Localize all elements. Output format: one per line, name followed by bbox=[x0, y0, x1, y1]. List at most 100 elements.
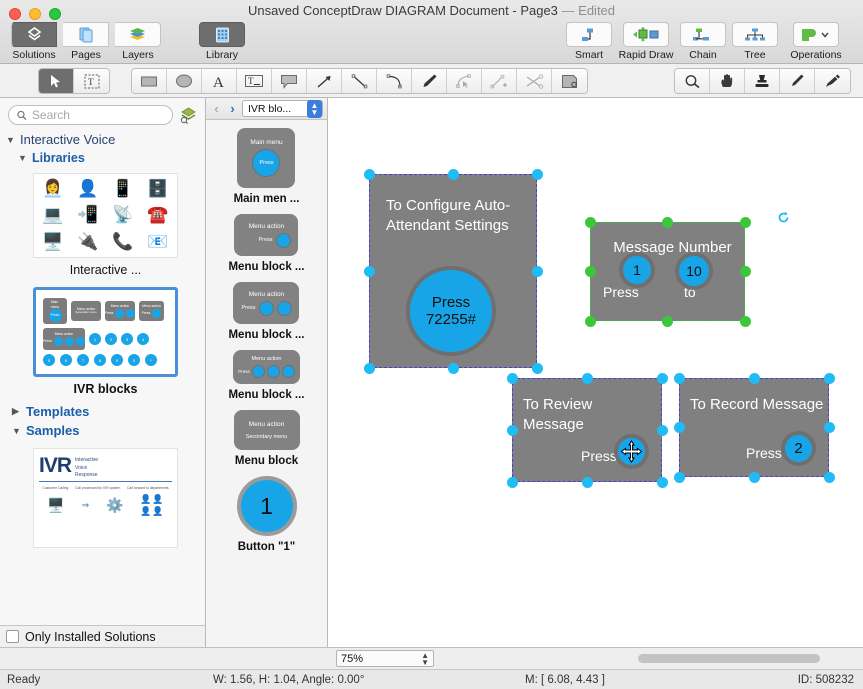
resize-handle-ne[interactable] bbox=[657, 373, 668, 384]
toolbar-rapid-draw-button[interactable]: Rapid Draw bbox=[615, 22, 677, 61]
resize-handle-s[interactable] bbox=[582, 477, 593, 488]
search-box[interactable] bbox=[8, 105, 173, 125]
resize-handle-ne[interactable] bbox=[740, 217, 751, 228]
toolbar-library-button[interactable]: Library bbox=[196, 22, 248, 61]
library-thumb-interactive[interactable]: 👩‍💼 👤 📱 🗄️ 💻 📲 📡 ☎️ 🖥️ 🔌 📞 📧 Intera bbox=[6, 173, 205, 277]
rotation-handle-icon[interactable] bbox=[777, 211, 790, 227]
resize-handle-e[interactable] bbox=[532, 266, 543, 277]
rectangle-tool[interactable] bbox=[132, 69, 167, 93]
toolbar-pages-button[interactable]: Pages bbox=[60, 22, 112, 61]
library-shape-list: Main menu Press Main men ... Menu action… bbox=[206, 120, 327, 647]
toolbar-chain-button[interactable]: Chain bbox=[677, 22, 729, 61]
paint-brush-tool[interactable] bbox=[815, 69, 850, 93]
tree-node-libraries-label: Libraries bbox=[32, 151, 85, 165]
text-block-tool[interactable]: T bbox=[237, 69, 272, 93]
resize-handle-nw[interactable] bbox=[585, 217, 596, 228]
resize-handle-se[interactable] bbox=[532, 363, 543, 374]
pointer-tool[interactable] bbox=[39, 69, 74, 93]
resize-handle-n[interactable] bbox=[582, 373, 593, 384]
svg-text:T: T bbox=[88, 77, 94, 87]
zoom-tool[interactable] bbox=[675, 69, 710, 93]
library-prev-button[interactable]: ‹ bbox=[210, 101, 223, 116]
arc-tool[interactable] bbox=[377, 69, 412, 93]
resize-handle-w[interactable] bbox=[585, 266, 596, 277]
resize-handle-e[interactable] bbox=[657, 425, 668, 436]
resize-handle-s[interactable] bbox=[448, 363, 459, 374]
library-next-button[interactable]: › bbox=[226, 101, 239, 116]
resize-handle-e[interactable] bbox=[824, 422, 835, 433]
resize-handle-ne[interactable] bbox=[532, 169, 543, 180]
only-installed-checkbox[interactable] bbox=[6, 630, 19, 643]
resize-handle-s[interactable] bbox=[662, 316, 673, 327]
edit-point-tool[interactable] bbox=[447, 69, 482, 93]
resize-handle-nw[interactable] bbox=[364, 169, 375, 180]
eyedropper-tool[interactable] bbox=[780, 69, 815, 93]
resize-handle-sw[interactable] bbox=[364, 363, 375, 374]
stepper-icon[interactable]: ▲▼ bbox=[307, 100, 322, 118]
library-shape-button-1[interactable]: 1 Button "1" bbox=[237, 476, 297, 553]
resize-handle-ne[interactable] bbox=[824, 373, 835, 384]
search-input[interactable] bbox=[32, 108, 164, 122]
library-thumb-ivr-blocks[interactable]: MainmenuPress Menu actionSecondary menu … bbox=[6, 287, 205, 396]
ivr-blocks-caption: IVR blocks bbox=[74, 382, 138, 396]
resize-handle-s[interactable] bbox=[749, 472, 760, 483]
toolbar-layers-button[interactable]: Layers bbox=[112, 22, 164, 61]
stepper-icon[interactable]: ▲▼ bbox=[421, 652, 429, 666]
toolbar-rapid-draw-label: Rapid Draw bbox=[619, 49, 674, 61]
desktop-tower-icon: 🖥️ bbox=[36, 229, 70, 255]
resize-handle-w[interactable] bbox=[674, 422, 685, 433]
resize-handle-nw[interactable] bbox=[507, 373, 518, 384]
resize-handle-se[interactable] bbox=[740, 316, 751, 327]
library-shape-menu-block-2[interactable]: Menu action Press Menu block ... bbox=[228, 282, 304, 341]
text-tool[interactable]: A bbox=[202, 69, 237, 93]
resize-handle-sw[interactable] bbox=[507, 477, 518, 488]
pen-tool[interactable] bbox=[412, 69, 447, 93]
tree-node-interactive-voice[interactable]: ▼ Interactive Voice bbox=[6, 130, 205, 149]
resize-handle-n[interactable] bbox=[749, 373, 760, 384]
app-window: Unsaved ConceptDraw DIAGRAM Document - P… bbox=[0, 0, 863, 689]
diagram-canvas[interactable]: To Configure Auto-Attendant Settings Pre… bbox=[328, 98, 863, 647]
ellipse-tool[interactable] bbox=[167, 69, 202, 93]
library-shape-caption: Menu block ... bbox=[228, 389, 304, 401]
trim-tool[interactable] bbox=[517, 69, 552, 93]
hand-tool[interactable] bbox=[710, 69, 745, 93]
rapid-draw-icon bbox=[623, 22, 669, 47]
library-shape-main-menu[interactable]: Main menu Press Main men ... bbox=[234, 128, 300, 205]
library-selector[interactable]: IVR blo... ▲▼ bbox=[242, 100, 323, 117]
resize-handle-sw[interactable] bbox=[585, 316, 596, 327]
resize-handle-w[interactable] bbox=[364, 266, 375, 277]
resize-handle-sw[interactable] bbox=[674, 472, 685, 483]
toolbar-tree-button[interactable]: Tree bbox=[729, 22, 781, 61]
page-tool[interactable] bbox=[552, 69, 587, 93]
toolbar-smart-button[interactable]: Smart bbox=[563, 22, 615, 61]
only-installed-solutions-row[interactable]: Only Installed Solutions bbox=[0, 625, 205, 647]
tree-node-samples[interactable]: ▼ Samples bbox=[6, 421, 205, 440]
add-point-tool[interactable] bbox=[482, 69, 517, 93]
toolbar-operations-button[interactable]: Operations bbox=[781, 22, 851, 61]
horizontal-scrollbar[interactable] bbox=[440, 654, 853, 664]
resize-handle-se[interactable] bbox=[657, 477, 668, 488]
callout-tool[interactable] bbox=[272, 69, 307, 93]
horizontal-scrollbar-thumb[interactable] bbox=[638, 654, 820, 663]
resize-handle-e[interactable] bbox=[740, 266, 751, 277]
line-tool[interactable] bbox=[342, 69, 377, 93]
zoom-selector[interactable]: 75% ▲▼ bbox=[336, 650, 434, 667]
stamp-tool[interactable] bbox=[745, 69, 780, 93]
tree-node-templates[interactable]: ▶ Templates bbox=[6, 402, 205, 421]
library-shape-menu-block-1[interactable]: Menu action Press Menu block ... bbox=[228, 214, 304, 273]
resize-handle-se[interactable] bbox=[824, 472, 835, 483]
library-shape-menu-block-3[interactable]: Menu action Press Menu block ... bbox=[228, 350, 304, 401]
library-shape-menu-block-secondary[interactable]: Menu action Secondary menu Menu block bbox=[234, 410, 300, 467]
resize-handle-nw[interactable] bbox=[674, 373, 685, 384]
toolbar-solutions-button[interactable]: Solutions bbox=[8, 22, 60, 61]
resize-handle-w[interactable] bbox=[507, 425, 518, 436]
resize-handle-n[interactable] bbox=[662, 217, 673, 228]
status-object-id: ID: 508232 bbox=[798, 674, 854, 686]
solution-park-icon[interactable] bbox=[177, 104, 199, 126]
marquee-select-tool[interactable]: T bbox=[74, 69, 109, 93]
sample-thumb-ivr[interactable]: IVR Interactive Voice Response Customer … bbox=[6, 448, 205, 548]
tree-node-libraries[interactable]: ▼ Libraries bbox=[6, 149, 205, 167]
arrow-tool[interactable] bbox=[307, 69, 342, 93]
library-shape-caption: Menu block ... bbox=[228, 329, 304, 341]
resize-handle-n[interactable] bbox=[448, 169, 459, 180]
